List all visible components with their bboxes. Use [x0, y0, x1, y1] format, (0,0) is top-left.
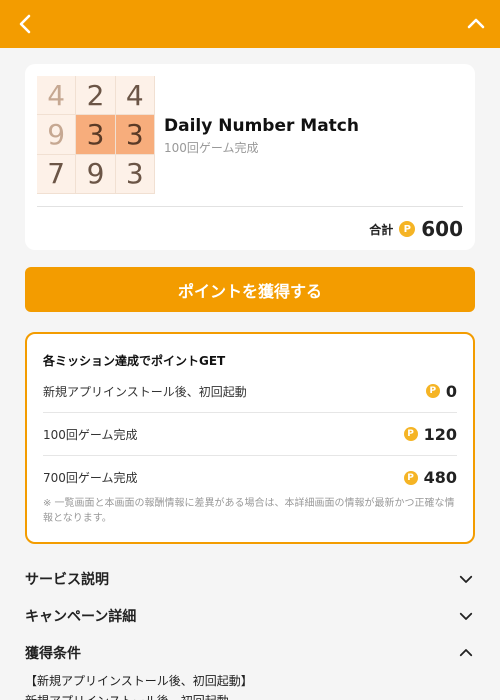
- app-subtitle: 100回ゲーム完成: [164, 141, 259, 155]
- mission-label: 100回ゲーム完成: [43, 427, 138, 442]
- disclaimer-note: ※ 一覧画面と本画面の報酬情報に差異がある場合は、本詳細画面の情報が最新かつ正確…: [43, 498, 455, 524]
- chevron-left-icon[interactable]: [14, 12, 38, 36]
- thumb-cell: 9: [37, 115, 77, 155]
- total-points: 合計 P 600: [369, 214, 463, 244]
- thumb-cell: 7: [37, 154, 77, 194]
- top-bar: [0, 0, 500, 48]
- chevron-up-icon: [459, 648, 473, 656]
- app-title: Daily Number Match: [164, 116, 359, 136]
- total-label: 合計: [369, 222, 394, 237]
- section-acquisition-conditions[interactable]: 獲得条件: [25, 634, 475, 671]
- section-campaign-details[interactable]: キャンペーン詳細: [25, 597, 475, 634]
- get-points-button[interactable]: ポイントを獲得する: [25, 267, 475, 312]
- mission-points-value: 0: [445, 381, 457, 401]
- section-label: サービス説明: [25, 571, 109, 588]
- section-label: 獲得条件: [25, 645, 81, 662]
- mission-label: 新規アプリインストール後、初回起動: [43, 384, 247, 399]
- thumb-cell: 3: [76, 115, 116, 155]
- point-coin-icon: P: [399, 221, 416, 237]
- thumb-cell: 3: [115, 115, 155, 155]
- condition-text: 新規アプリインストール後、初回起動: [25, 692, 229, 700]
- mission-points: P 480: [403, 468, 457, 487]
- app-thumbnail: 4 2 4 9 3 3 7 9 3: [37, 76, 155, 194]
- mission-row: 700回ゲーム完成 P 480: [43, 456, 457, 499]
- thumb-cell: 2: [76, 76, 116, 116]
- app-card: 4 2 4 9 3 3 7 9 3 Daily Number Match 100…: [25, 64, 475, 250]
- point-coin-icon: P: [425, 384, 440, 398]
- condition-heading: 【新規アプリインストール後、初回起動】: [25, 674, 253, 688]
- mission-points-value: 480: [423, 468, 457, 487]
- mission-points: P 0: [425, 381, 457, 401]
- divider: [37, 206, 463, 207]
- chevron-down-icon: [459, 575, 473, 583]
- point-coin-icon: P: [403, 470, 418, 485]
- mission-label: 700回ゲーム完成: [43, 471, 138, 485]
- section-label: キャンペーン詳細: [25, 608, 137, 625]
- mission-points-value: 120: [423, 424, 457, 444]
- point-coin-icon: P: [403, 427, 418, 441]
- mission-row: 100回ゲーム完成 P 120: [43, 413, 457, 456]
- missions-box: 各ミッション達成でポイントGET 新規アプリインストール後、初回起動 P 0 1…: [25, 332, 475, 544]
- mission-row: 新規アプリインストール後、初回起動 P 0: [43, 370, 457, 413]
- thumb-cell: 4: [37, 76, 77, 116]
- thumb-cell: 9: [76, 154, 116, 194]
- missions-title: 各ミッション達成でポイントGET: [43, 354, 226, 368]
- mission-points: P 120: [403, 424, 457, 444]
- thumb-cell: 4: [115, 76, 155, 116]
- chevron-up-icon[interactable]: [464, 12, 488, 36]
- total-value: 600: [421, 217, 463, 241]
- thumb-cell: 3: [115, 154, 155, 194]
- chevron-down-icon: [459, 612, 473, 620]
- section-service-description[interactable]: サービス説明: [25, 560, 475, 597]
